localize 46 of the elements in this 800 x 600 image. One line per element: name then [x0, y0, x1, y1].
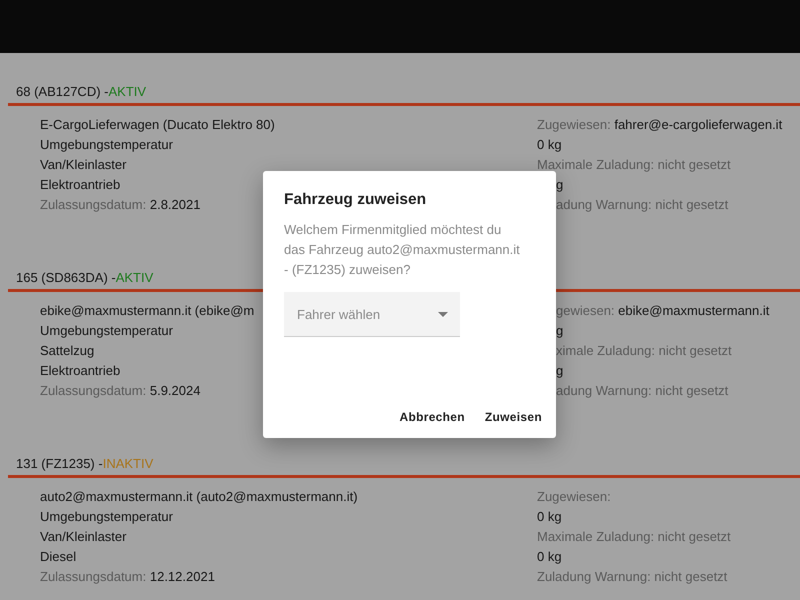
- detail-label: Zugewiesen:: [537, 489, 611, 504]
- detail-value: Umgebungstemperatur: [40, 323, 173, 338]
- status-label: AKTIV: [108, 84, 146, 99]
- caret-icon: [438, 312, 448, 316]
- detail-value: Umgebungstemperatur: [40, 509, 173, 524]
- detail-value: 0 kg: [537, 137, 562, 152]
- detail-label: adung Warnung: nicht gesetzt: [556, 383, 728, 398]
- detail-label: gewiesen:: [556, 303, 615, 318]
- cancel-button[interactable]: Abbrechen: [400, 410, 465, 424]
- status-label: AKTIV: [116, 270, 154, 285]
- detail-value: 0 kg: [537, 509, 562, 524]
- detail-label: ximale Zuladung: nicht gesetzt: [556, 343, 732, 358]
- detail-value: fahrer@e-cargolieferwagen.it: [614, 117, 782, 132]
- detail-value: g: [556, 323, 564, 338]
- detail-label: adung Warnung: nicht gesetzt: [556, 197, 728, 212]
- detail-value: Elektroantrieb: [40, 363, 120, 378]
- detail-value: Sattelzug: [40, 343, 94, 358]
- vehicle-title: 165 (SD863DA) -: [16, 270, 116, 285]
- detail-value: Van/Kleinlaster: [40, 157, 126, 172]
- detail-value: Diesel: [40, 549, 76, 564]
- detail-value: Van/Kleinlaster: [40, 529, 126, 544]
- detail-value: g: [556, 363, 564, 378]
- detail-value: auto2@maxmustermann.it (auto2@maxmustermann.it): [40, 489, 358, 504]
- detail-value: Elektroantrieb: [40, 177, 120, 192]
- detail-value: 2.8.2021: [150, 197, 200, 212]
- dialog-title: Fahrzeug zuweisen: [284, 190, 428, 210]
- detail-label: Zulassungsdatum:: [40, 197, 146, 212]
- detail-value: 5.9.2024: [150, 383, 200, 398]
- detail-value: 12.12.2021: [150, 569, 215, 584]
- detail-label: Zugewiesen:: [537, 117, 611, 132]
- vehicle-title: 131 (FZ1235) -: [16, 456, 103, 471]
- detail-value: 0 kg: [537, 549, 562, 564]
- detail-value: g: [556, 177, 564, 192]
- detail-value: E-CargoLieferwagen (Ducato Elektro 80): [40, 117, 275, 132]
- detail-label: Maximale Zuladung: nicht gesetzt: [537, 157, 731, 172]
- vehicle-title: 68 (AB127CD) -: [16, 84, 108, 99]
- status-label: INAKTIV: [102, 456, 154, 471]
- detail-value: Umgebungstemperatur: [40, 137, 173, 152]
- detail-value: ebike@maxmustermann.it: [618, 303, 770, 318]
- dialog-message: Welchem Firmenmitglied möchtest du das Fahrzeug auto2@maxmustermann.it - (FZ1235) zuweisen?: [284, 221, 520, 279]
- detail-value: ebike@maxmustermann.it (ebike@m: [40, 303, 254, 318]
- assign-button[interactable]: Zuweisen: [484, 410, 542, 424]
- detail-label: Maximale Zuladung: nicht gesetzt: [537, 529, 731, 544]
- detail-label: Zulassungsdatum:: [40, 569, 146, 584]
- detail-label: Zulassungsdatum:: [40, 383, 146, 398]
- detail-label: Zuladung Warnung: nicht gesetzt: [537, 569, 728, 584]
